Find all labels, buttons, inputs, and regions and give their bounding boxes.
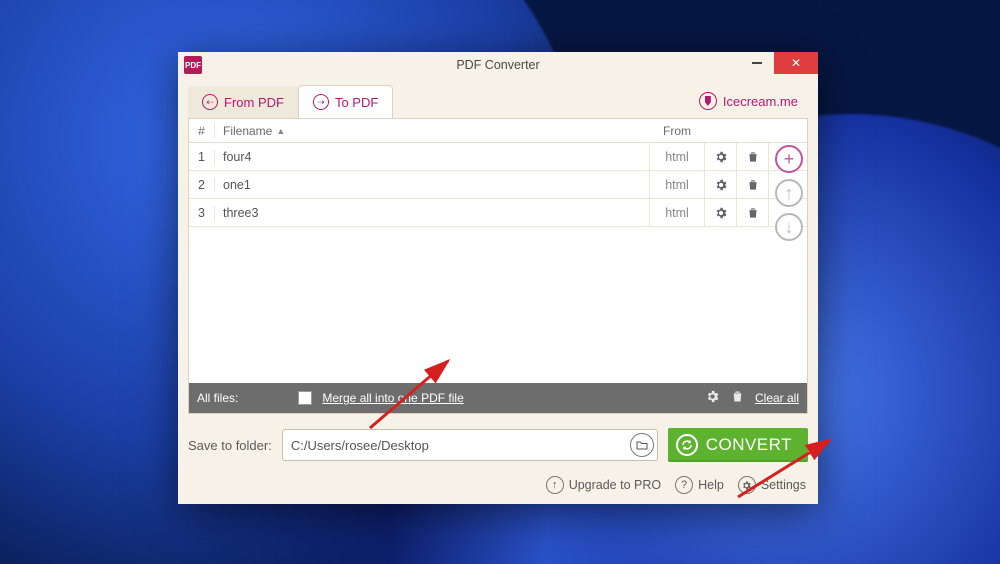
file-list-panel: # Filename ▲ From 1 four4 html 2 one1 ht…	[188, 118, 808, 414]
from-pdf-icon: ⇠	[202, 94, 218, 110]
icecream-icon	[699, 92, 717, 110]
row-from: html	[649, 143, 705, 170]
row-filename: four4	[215, 150, 649, 164]
move-down-button[interactable]: ↓	[775, 213, 803, 241]
window-controls	[740, 52, 818, 74]
tab-from-pdf[interactable]: ⇠ From PDF	[188, 86, 298, 118]
all-files-bar: All files: Merge all into one PDF file C…	[189, 383, 807, 413]
col-number[interactable]: #	[189, 124, 215, 138]
row-settings-button[interactable]	[705, 143, 737, 170]
save-path-input[interactable]	[282, 429, 658, 461]
move-up-button[interactable]: ↑	[775, 179, 803, 207]
close-button[interactable]	[774, 52, 818, 74]
table-header: # Filename ▲ From	[189, 119, 807, 143]
all-settings-button[interactable]	[705, 389, 720, 407]
tab-label: From PDF	[224, 95, 284, 110]
save-path-field	[282, 429, 658, 461]
convert-label: CONVERT	[706, 435, 792, 455]
merge-label[interactable]: Merge all into one PDF file	[322, 391, 463, 405]
row-settings-button[interactable]	[705, 199, 737, 226]
table-row[interactable]: 2 one1 html	[189, 171, 807, 199]
save-label: Save to folder:	[188, 438, 272, 453]
row-filename: three3	[215, 206, 649, 220]
window-title: PDF Converter	[178, 58, 818, 72]
browse-folder-button[interactable]	[630, 433, 654, 457]
col-filename[interactable]: Filename ▲	[215, 124, 649, 138]
table-row[interactable]: 1 four4 html	[189, 143, 807, 171]
minimize-button[interactable]	[740, 52, 774, 74]
footer: ↑ Upgrade to PRO ? Help Settings	[178, 470, 818, 504]
settings-icon	[738, 476, 756, 494]
row-number: 3	[189, 206, 215, 220]
all-files-label: All files:	[197, 391, 238, 405]
row-delete-button[interactable]	[737, 143, 769, 170]
app-window: PDF PDF Converter ⇠ From PDF ⇢ To PDF Ic…	[178, 52, 818, 504]
to-pdf-icon: ⇢	[313, 94, 329, 110]
side-buttons: + ↑ ↓	[775, 145, 803, 241]
row-filename: one1	[215, 178, 649, 192]
row-from: html	[649, 171, 705, 198]
save-row: Save to folder: CONVERT	[178, 414, 818, 470]
trash-icon	[730, 389, 745, 407]
upgrade-link[interactable]: ↑ Upgrade to PRO	[546, 476, 661, 494]
convert-button[interactable]: CONVERT	[668, 428, 808, 462]
brand-label: Icecream.me	[723, 94, 798, 109]
table-body: 1 four4 html 2 one1 html 3 three3 html	[189, 143, 807, 383]
table-row[interactable]: 3 three3 html	[189, 199, 807, 227]
help-icon: ?	[675, 476, 693, 494]
row-from: html	[649, 199, 705, 226]
row-delete-button[interactable]	[737, 171, 769, 198]
help-link[interactable]: ? Help	[675, 476, 724, 494]
brand-link[interactable]: Icecream.me	[689, 84, 808, 118]
row-delete-button[interactable]	[737, 199, 769, 226]
row-number: 1	[189, 150, 215, 164]
row-number: 2	[189, 178, 215, 192]
sort-asc-icon: ▲	[276, 126, 285, 136]
settings-link[interactable]: Settings	[738, 476, 806, 494]
upgrade-icon: ↑	[546, 476, 564, 494]
clear-all-button[interactable]: Clear all	[755, 391, 799, 405]
tab-bar: ⇠ From PDF ⇢ To PDF Icecream.me	[178, 78, 818, 118]
row-settings-button[interactable]	[705, 171, 737, 198]
tab-to-pdf[interactable]: ⇢ To PDF	[298, 85, 393, 118]
add-file-button[interactable]: +	[775, 145, 803, 173]
col-from[interactable]: From	[649, 124, 705, 138]
tab-label: To PDF	[335, 95, 378, 110]
convert-icon	[676, 434, 698, 456]
merge-checkbox[interactable]	[298, 391, 312, 405]
titlebar: PDF PDF Converter	[178, 52, 818, 78]
